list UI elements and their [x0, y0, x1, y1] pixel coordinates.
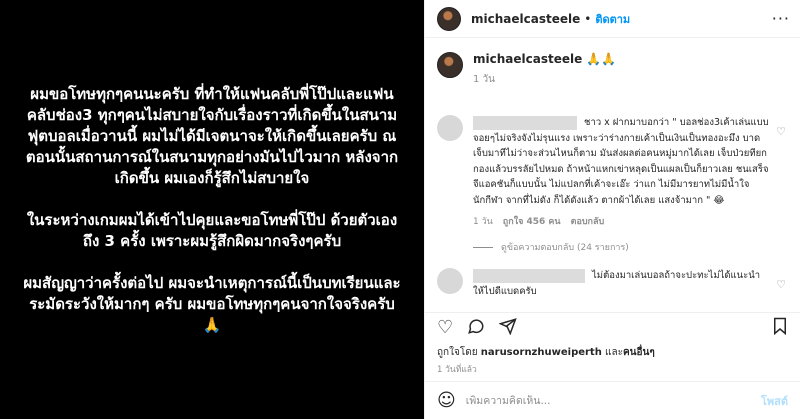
caption-time[interactable]: 1 วัน: [473, 72, 616, 87]
post-paragraph: ผมขอโทษทุกๆคนนะครับ ที่ทำให้แฟนคลับพี่โป…: [25, 84, 399, 187]
post-time[interactable]: 1 วันที่แล้ว: [437, 362, 477, 376]
add-comment-bar: ☺ โพสต์: [425, 381, 800, 419]
redacted-username: [473, 268, 585, 283]
likes-summary[interactable]: ถูกใจโดย narusornzhuweiperth และคนอื่นๆ: [437, 345, 655, 360]
caption-username[interactable]: michaelcasteele: [473, 52, 582, 66]
view-replies-button[interactable]: ดูข้อความตอบกลับ (24 รายการ): [473, 240, 769, 254]
share-icon[interactable]: [498, 317, 517, 339]
post-paragraph: ผมสัญญาว่าครั้งต่อไป ผมจะนำเหตุการณ์นี้เ…: [23, 273, 401, 334]
redacted-username: [473, 115, 577, 130]
post-paragraph: ในระหว่างเกมผมได้เข้าไปคุยและขอโทษพี่โป๊…: [26, 210, 398, 250]
author-avatar[interactable]: [437, 6, 461, 31]
separator-dot: •: [584, 11, 592, 26]
comment-text-block: ชาว x ฝากมาบอกว่า " บอลช่อง3เค้าเล่นแบบจ…: [473, 115, 769, 208]
comment-time[interactable]: 1 วัน: [473, 214, 493, 228]
comment-text-block: ไม่ต้องมาเล่นบอลถ้าจะปะทะไม่ได้แนะนำให้ไ…: [473, 268, 769, 299]
commenter-avatar[interactable]: [437, 115, 463, 141]
post-comment-button[interactable]: โพสต์: [761, 392, 788, 410]
commenter-avatar[interactable]: [437, 268, 463, 294]
replies-divider: [473, 246, 493, 248]
more-options-icon[interactable]: ···: [772, 9, 790, 28]
comment-text: ชาว x ฝากมาบอกว่า " บอลช่อง3เค้าเล่นแบบจ…: [473, 117, 769, 206]
heart-icon[interactable]: ♡: [437, 318, 453, 337]
comment-input[interactable]: [465, 394, 761, 407]
comment-item: ไม่ต้องมาเล่นบอลถ้าจะปะทะไม่ได้แนะนำให้ไ…: [425, 268, 800, 299]
comment-like-icon[interactable]: ♡: [776, 125, 786, 138]
comment-item: ชาว x ฝากมาบอกว่า " บอลช่อง3เค้าเล่นแบบจ…: [425, 115, 800, 254]
post-action-bar: ♡: [425, 312, 800, 342]
emoji-icon[interactable]: ☺: [437, 390, 456, 411]
likes-user[interactable]: narusornzhuweiperth: [481, 347, 602, 358]
likes-middle: และ: [601, 347, 623, 358]
post-header: michaelcasteele • ติดตาม ···: [425, 0, 800, 38]
caption-avatar[interactable]: [437, 52, 463, 78]
author-username[interactable]: michaelcasteele: [471, 12, 580, 26]
instagram-post-view: ผมขอโทษทุกๆคนนะครับ ที่ทำให้แฟนคลับพี่โป…: [0, 0, 800, 419]
comment-meta: 1 วัน ถูกใจ 456 คน ตอบกลับ: [473, 214, 769, 228]
comment-likes-count[interactable]: ถูกใจ 456 คน: [503, 214, 561, 228]
follow-button[interactable]: ติดตาม: [595, 10, 630, 28]
caption-text: 🙏🙏: [586, 52, 616, 66]
post-image: ผมขอโทษทุกๆคนนะครับ ที่ทำให้แฟนคลับพี่โป…: [0, 0, 424, 419]
likes-others[interactable]: คนอื่นๆ: [623, 347, 655, 358]
view-replies-label: ดูข้อความตอบกลับ (24 รายการ): [501, 243, 629, 253]
bookmark-icon[interactable]: [772, 317, 788, 339]
post-image-text: ผมขอโทษทุกๆคนนะครับ ที่ทำให้แฟนคลับพี่โป…: [18, 84, 406, 336]
comment-like-icon[interactable]: ♡: [776, 278, 786, 291]
post-side-panel: michaelcasteele • ติดตาม ··· michaelcast…: [424, 0, 800, 419]
reply-button[interactable]: ตอบกลับ: [571, 214, 605, 228]
comment-icon[interactable]: [467, 317, 485, 339]
post-caption: michaelcasteele 🙏🙏 1 วัน: [425, 38, 800, 87]
likes-prefix: ถูกใจโดย: [437, 347, 481, 358]
